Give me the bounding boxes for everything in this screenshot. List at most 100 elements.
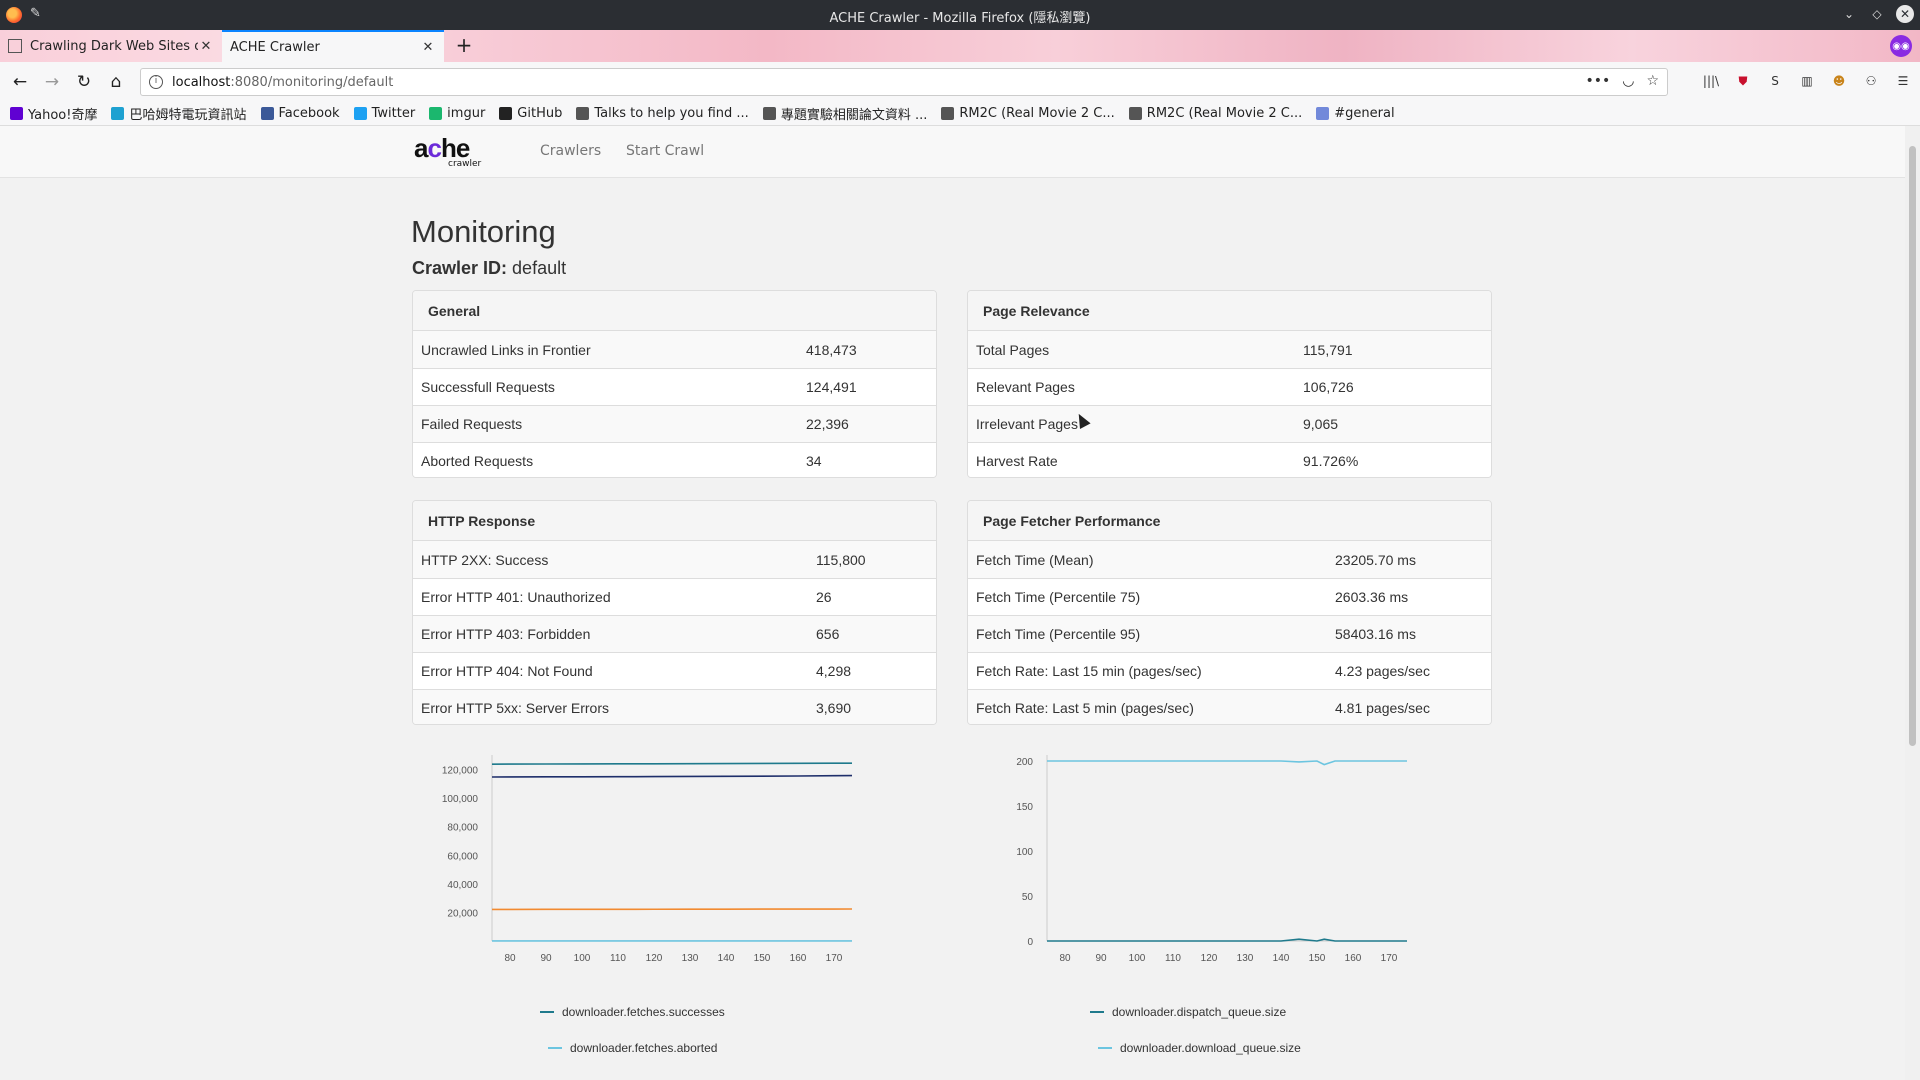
toolbar-extensions: |||\ ⛊ S ▥ ☻ ⚇ ☰ <box>1702 72 1912 90</box>
minimize-icon[interactable]: ⌄ <box>1840 5 1858 23</box>
bookmark-item[interactable]: imgur <box>429 106 485 121</box>
legend-item[interactable]: downloader.dispatch_queue.size <box>1090 1005 1286 1019</box>
bookmark-favicon-icon <box>1128 107 1142 120</box>
y-tick-label: 100,000 <box>442 794 479 805</box>
bookmark-item[interactable]: GitHub <box>499 106 562 121</box>
row-label: Irrelevant Pages <box>976 416 1078 432</box>
url-text: localhost:8080/monitoring/default <box>172 75 393 90</box>
pocket-icon[interactable]: ◡ <box>1622 73 1634 89</box>
bookmark-star-icon[interactable]: ☆ <box>1646 73 1659 89</box>
new-tab-button[interactable]: + <box>452 34 476 58</box>
brand-part: a <box>414 133 429 163</box>
x-tick-label: 130 <box>1237 953 1254 964</box>
row-label: Error HTTP 401: Unauthorized <box>421 589 611 605</box>
row-label: Uncrawled Links in Frontier <box>421 341 591 358</box>
x-tick-label: 140 <box>718 953 735 964</box>
tab-crawling-dark-web[interactable]: Crawling Dark Web Sites on ✕ <box>0 30 222 62</box>
page-actions-icon[interactable]: ••• <box>1585 73 1610 89</box>
row-value: 4.81 pages/sec <box>1335 700 1430 716</box>
bookmark-label: 專題實驗相關論文資料 ... <box>780 108 928 123</box>
panel-heading: General <box>413 291 936 331</box>
row-value: 656 <box>816 626 840 642</box>
legend-item[interactable]: downloader.fetches.successes <box>540 1005 725 1019</box>
sidebar-icon[interactable]: ▥ <box>1798 72 1816 90</box>
page-title: Monitoring <box>411 214 556 249</box>
brand-part: c <box>427 133 442 163</box>
nav-start-crawl-link[interactable]: Start Crawl <box>626 143 704 159</box>
page-fetcher-panel: Page Fetcher Performance Fetch Time (Mea… <box>967 500 1492 725</box>
table-row: Uncrawled Links in Frontier 418,473 <box>413 331 936 368</box>
legend-swatch <box>1090 1011 1104 1013</box>
library-icon[interactable]: |||\ <box>1702 72 1720 90</box>
tab-ache-crawler[interactable]: ACHE Crawler ✕ <box>222 30 444 62</box>
url-host: localhost <box>172 75 231 90</box>
ublock-icon[interactable]: ⛊ <box>1734 72 1752 90</box>
bookmark-item[interactable]: RM2C (Real Movie 2 C... <box>941 106 1115 121</box>
page-icon <box>8 39 22 53</box>
x-tick-label: 130 <box>682 953 699 964</box>
table-row: Failed Requests 22,396 <box>413 405 936 442</box>
bookmark-favicon-icon <box>576 107 590 120</box>
legend-swatch <box>1098 1047 1112 1049</box>
table-row: Total Pages 115,791 <box>968 331 1491 368</box>
x-tick-label: 120 <box>1201 953 1218 964</box>
bookmark-item[interactable]: Yahoo!奇摩 <box>10 104 97 123</box>
window-titlebar: ✎ ACHE Crawler - Mozilla Firefox (隱私瀏覽) … <box>0 0 1920 30</box>
window-title: ACHE Crawler - Mozilla Firefox (隱私瀏覽) <box>829 11 1091 26</box>
back-button[interactable]: ← <box>8 70 32 94</box>
x-tick-label: 120 <box>646 953 663 964</box>
tab-close-icon[interactable]: ✕ <box>198 39 214 54</box>
tab-close-icon[interactable]: ✕ <box>420 40 436 55</box>
x-tick-label: 80 <box>504 953 516 964</box>
bookmark-item[interactable]: RM2C (Real Movie 2 C... <box>1128 106 1302 121</box>
home-button[interactable]: ⌂ <box>104 70 128 94</box>
tab-bar: Crawling Dark Web Sites on ✕ ACHE Crawle… <box>0 30 1920 62</box>
bookmark-favicon-icon <box>353 107 367 120</box>
legend-item[interactable]: downloader.fetches.aborted <box>548 1041 717 1055</box>
legend-swatch <box>548 1047 562 1049</box>
panel-heading: HTTP Response <box>413 501 936 541</box>
bookmark-label: Facebook <box>278 106 340 121</box>
row-value: 23205.70 ms <box>1335 551 1416 568</box>
page-scrollbar[interactable] <box>1905 126 1920 1080</box>
bookmark-item[interactable]: Twitter <box>353 106 415 121</box>
table-row: HTTP 2XX: Success 115,800 <box>413 541 936 578</box>
row-label: Harvest Rate <box>976 453 1058 469</box>
legend-item[interactable]: downloader.download_queue.size <box>1098 1041 1301 1055</box>
x-tick-label: 80 <box>1059 953 1071 964</box>
forward-button[interactable]: → <box>40 70 64 94</box>
bookmark-label: Talks to help you find ... <box>594 106 749 121</box>
http-response-panel: HTTP Response HTTP 2XX: Success 115,800 Er… <box>412 500 937 725</box>
scrollbar-thumb[interactable] <box>1909 146 1916 746</box>
panel-body: Uncrawled Links in Frontier 418,473 Succes… <box>413 331 936 477</box>
extension-s-icon[interactable]: S <box>1766 72 1784 90</box>
nav-crawlers-link[interactable]: Crawlers <box>540 143 601 159</box>
series-line <box>491 762 853 765</box>
row-value: 115,791 <box>1303 341 1353 358</box>
close-window-icon[interactable]: ✕ <box>1896 5 1914 23</box>
series-line <box>491 774 853 778</box>
bookmark-item[interactable]: 巴哈姆特電玩資訊站 <box>111 104 247 123</box>
monkey-icon[interactable]: ☻ <box>1830 72 1848 90</box>
x-tick-label: 110 <box>610 953 626 964</box>
y-tick-label: 50 <box>1022 892 1034 903</box>
table-row: Error HTTP 5xx: Server Errors 3,690 <box>413 689 936 724</box>
url-bar[interactable]: i localhost:8080/monitoring/default ••• … <box>140 68 1668 96</box>
table-row: Error HTTP 403: Forbidden 656 <box>413 615 936 652</box>
ache-logo[interactable]: ache crawler <box>414 133 482 170</box>
info-icon[interactable]: i <box>149 75 163 89</box>
brand-sub: crawler <box>448 159 482 169</box>
row-label: Error HTTP 5xx: Server Errors <box>421 700 609 716</box>
bookmark-item[interactable]: Facebook <box>260 106 340 121</box>
row-value: 124,491 <box>806 379 857 395</box>
extension-icon[interactable]: ⚇ <box>1862 72 1880 90</box>
row-value: 91.726% <box>1303 453 1359 469</box>
panel-body: HTTP 2XX: Success 115,800 Error HTTP 401: … <box>413 541 936 724</box>
menu-icon[interactable]: ☰ <box>1894 72 1912 90</box>
bookmark-item[interactable]: 專題實驗相關論文資料 ... <box>762 104 928 123</box>
bookmark-item[interactable]: #general <box>1316 106 1395 121</box>
bookmark-item[interactable]: Talks to help you find ... <box>576 106 749 121</box>
bookmarks-toolbar: Yahoo!奇摩 巴哈姆特電玩資訊站 Facebook Twitter imgur Git… <box>0 102 1920 126</box>
maximize-icon[interactable]: ◇ <box>1868 5 1886 23</box>
reload-button[interactable]: ↻ <box>72 70 96 94</box>
